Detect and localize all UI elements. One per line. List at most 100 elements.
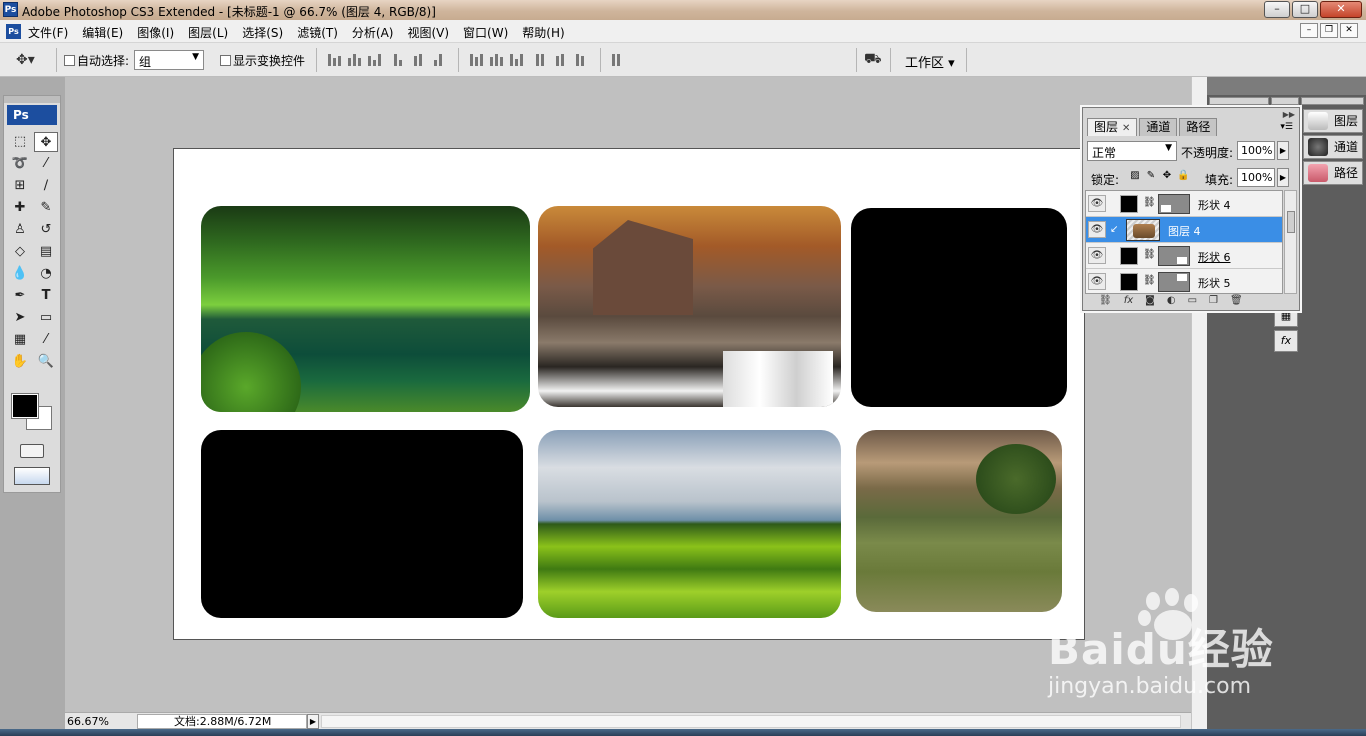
mask-icon[interactable]: ◙: [1145, 295, 1155, 309]
magic-wand-icon[interactable]: ⁄: [34, 154, 58, 174]
opacity-slider-arrow-icon[interactable]: ▶: [1277, 141, 1289, 160]
layer-name[interactable]: 图层 4: [1168, 223, 1201, 239]
auto-align-layers-icon[interactable]: [612, 52, 628, 66]
side-tab-channels[interactable]: 通道: [1303, 135, 1363, 159]
doc-close-button[interactable]: ✕: [1340, 23, 1358, 38]
fx-icon[interactable]: fx: [1124, 295, 1133, 309]
layer-color-fill-thumbnail[interactable]: [1120, 195, 1138, 213]
brush-icon[interactable]: ✎: [34, 198, 58, 218]
crop-icon[interactable]: ⊞: [8, 176, 32, 196]
collapse-panel-icon[interactable]: ▶▶: [1283, 110, 1295, 119]
tile-mill-waterfall[interactable]: [538, 206, 841, 407]
layer-name[interactable]: 形状 6: [1198, 249, 1231, 265]
menu-window[interactable]: 窗口(W): [463, 24, 508, 41]
align-left-icon[interactable]: [394, 52, 410, 66]
close-button[interactable]: ✕: [1320, 1, 1362, 18]
side-tab-layers[interactable]: 图层: [1303, 109, 1363, 133]
dock-header[interactable]: [1207, 77, 1366, 95]
layer-name[interactable]: 形状 4: [1198, 197, 1231, 213]
tab-paths[interactable]: 路径: [1179, 118, 1218, 136]
align-vcenter-icon[interactable]: [348, 52, 364, 66]
notes-icon[interactable]: ▦: [8, 330, 32, 350]
close-icon[interactable]: ✕: [1122, 123, 1130, 134]
healing-brush-icon[interactable]: ✚: [8, 198, 32, 218]
doc-minimize-button[interactable]: –: [1300, 23, 1318, 38]
tile-empty-shape-1[interactable]: [851, 208, 1067, 407]
link-chain-icon[interactable]: ⛓: [1143, 197, 1156, 208]
layer-row-layer-4[interactable]: 👁 ↙ 图层 4: [1086, 217, 1282, 243]
layer-row-shape-6[interactable]: 👁 ⛓ 形状 6: [1086, 243, 1282, 269]
hand-icon[interactable]: ✋: [8, 352, 32, 372]
doc-restore-button[interactable]: ❐: [1320, 23, 1338, 38]
menu-filter[interactable]: 滤镜(T): [297, 24, 338, 41]
tile-empty-shape-2[interactable]: [201, 430, 523, 618]
distribute-hcenter-icon[interactable]: [556, 52, 572, 66]
distribute-left-icon[interactable]: [536, 52, 552, 66]
fill-input[interactable]: 100%: [1237, 168, 1275, 187]
minimize-button[interactable]: –: [1264, 1, 1290, 18]
align-bottom-icon[interactable]: [368, 52, 384, 66]
toolbox-header[interactable]: [4, 96, 60, 103]
tab-layers[interactable]: 图层 ✕: [1087, 118, 1138, 136]
history-brush-icon[interactable]: ↺: [34, 220, 58, 240]
distribute-top-icon[interactable]: [470, 52, 486, 66]
bridge-icon[interactable]: ⛟: [864, 51, 882, 67]
foreground-color-swatch[interactable]: [11, 393, 39, 419]
vector-mask-thumbnail[interactable]: [1158, 272, 1190, 292]
layer-name[interactable]: 形状 5: [1198, 275, 1231, 291]
blend-mode-dropdown[interactable]: 正常 ▼: [1087, 141, 1177, 161]
eyedropper-icon[interactable]: ⁄: [34, 330, 58, 350]
layer-row-shape-4[interactable]: 👁 ⛓ 形状 4: [1086, 191, 1282, 217]
collapsed-panel-2[interactable]: [1271, 97, 1299, 105]
tile-forest-lake[interactable]: [201, 206, 530, 412]
document-icon[interactable]: Ps: [6, 24, 21, 39]
group-icon[interactable]: ▭: [1188, 295, 1197, 309]
tile-hillside-tree[interactable]: [856, 430, 1062, 612]
new-layer-icon[interactable]: ❐: [1209, 295, 1218, 309]
trash-icon[interactable]: 🗑: [1230, 295, 1243, 309]
document-info[interactable]: 文档:2.88M/6.72M: [137, 714, 307, 729]
move-tool-preset-icon[interactable]: ✥▾: [16, 52, 35, 68]
blur-icon[interactable]: 💧: [8, 264, 32, 284]
workspace-button[interactable]: 工作区 ▾: [905, 52, 955, 71]
distribute-vcenter-icon[interactable]: [490, 52, 506, 66]
align-top-icon[interactable]: [328, 52, 344, 66]
path-selection-icon[interactable]: ➤: [8, 308, 32, 328]
eye-icon[interactable]: 👁: [1088, 195, 1106, 212]
layer-color-fill-thumbnail[interactable]: [1120, 273, 1138, 291]
distribute-right-icon[interactable]: [576, 52, 592, 66]
lasso-icon[interactable]: ➰: [8, 154, 32, 174]
link-chain-icon[interactable]: ⛓: [1143, 275, 1156, 286]
lock-all-icon[interactable]: 🔒: [1177, 170, 1189, 182]
layer-color-fill-thumbnail[interactable]: [1120, 247, 1138, 265]
side-tab-paths[interactable]: 路径: [1303, 161, 1363, 185]
menu-help[interactable]: 帮助(H): [522, 24, 564, 41]
menu-edit[interactable]: 编辑(E): [82, 24, 123, 41]
lock-image-icon[interactable]: ✎: [1145, 170, 1157, 182]
panel-menu-icon[interactable]: ▾☰: [1280, 122, 1293, 132]
horizontal-scrollbar[interactable]: [321, 715, 1181, 728]
status-menu-arrow-icon[interactable]: ▶: [307, 714, 319, 729]
slice-icon[interactable]: ∕: [34, 176, 58, 196]
screen-mode-icon[interactable]: [14, 467, 50, 485]
align-right-icon[interactable]: [434, 52, 450, 66]
link-layers-icon[interactable]: ⛓: [1099, 295, 1112, 309]
layer-list-scrollbar[interactable]: [1284, 190, 1297, 294]
menu-analysis[interactable]: 分析(A): [352, 24, 394, 41]
marquee-icon[interactable]: ⬚: [8, 132, 32, 152]
menu-layer[interactable]: 图层(L): [188, 24, 228, 41]
menu-view[interactable]: 视图(V): [407, 24, 449, 41]
styles-fx-icon[interactable]: fx: [1274, 330, 1298, 352]
link-chain-icon[interactable]: ⛓: [1143, 249, 1156, 260]
zoom-icon[interactable]: 🔍: [34, 352, 58, 372]
auto-select-checkbox[interactable]: 自动选择:: [64, 52, 129, 69]
maximize-button[interactable]: □: [1292, 1, 1318, 18]
eye-icon[interactable]: 👁: [1088, 221, 1106, 238]
lock-transparent-icon[interactable]: ▨: [1129, 170, 1141, 182]
lock-position-icon[interactable]: ✥: [1161, 170, 1173, 182]
type-icon[interactable]: T: [34, 286, 58, 306]
eye-icon[interactable]: 👁: [1088, 273, 1106, 290]
zoom-level[interactable]: 66.67%: [67, 715, 115, 728]
show-transform-checkbox[interactable]: 显示变换控件: [220, 52, 305, 69]
align-hcenter-icon[interactable]: [414, 52, 430, 66]
